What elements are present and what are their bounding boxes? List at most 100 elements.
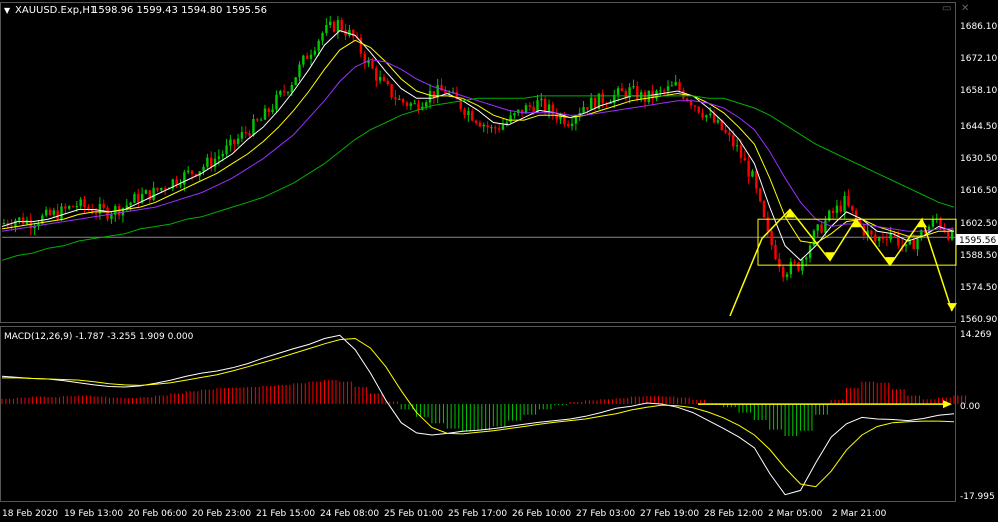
time-tick: 2 Mar 21:00 [832, 509, 887, 519]
candle-body [732, 135, 735, 147]
candle-body [405, 102, 409, 106]
candle-body [432, 90, 436, 98]
candle-body [271, 109, 274, 113]
candle-body [329, 21, 332, 25]
time-tick: 18 Feb 2020 [2, 509, 58, 519]
header-arrow-icon[interactable]: ▼ [4, 6, 11, 15]
candle-body [789, 261, 793, 275]
candle-body [670, 85, 674, 87]
candle-body [543, 98, 547, 112]
candle-body [712, 113, 716, 123]
candle-body [471, 111, 474, 121]
candle-body [371, 60, 374, 69]
macd-label: MACD(12,26,9) -1.787 -3.255 1.909 0.000 [4, 332, 194, 342]
candle-body [317, 40, 320, 51]
candle-body [847, 196, 850, 206]
candle-body [486, 124, 489, 128]
candle-body [501, 124, 505, 130]
candle-body [854, 210, 858, 220]
candle-body [851, 205, 854, 211]
price-tick: 1672.10 [960, 54, 997, 64]
candle-body [286, 92, 290, 94]
candle-body [348, 30, 351, 36]
candle-body [179, 184, 182, 186]
time-tick: 27 Feb 19:00 [640, 509, 699, 519]
candle-body [137, 194, 140, 203]
candle-body [129, 202, 132, 206]
candle-body [21, 217, 25, 225]
candle-body [263, 108, 267, 120]
candle-body [912, 239, 915, 250]
candle-body [48, 209, 52, 215]
candle-body [482, 124, 485, 127]
candle-body [831, 210, 835, 214]
candle-body [340, 20, 343, 31]
candle-body [524, 105, 528, 114]
candle-body [413, 103, 416, 105]
candle-body [716, 120, 720, 123]
candle-body [240, 132, 244, 139]
candle-body [678, 82, 681, 91]
candle-body [298, 64, 301, 78]
time-tick: 24 Feb 08:00 [320, 509, 379, 519]
trading-chart: ▭ ✕ ▼ XAUUSD.Exp,H1 1598.96 1599.43 1594… [0, 0, 998, 522]
candle-body [632, 86, 635, 88]
candle-body [160, 187, 163, 191]
candle-body [513, 113, 516, 116]
close-icon[interactable]: ✕ [961, 3, 969, 14]
candle-body [221, 153, 224, 157]
candle-body [593, 97, 597, 109]
candle-body [79, 199, 82, 206]
candle-body [71, 206, 75, 208]
candle-body [697, 106, 700, 113]
candle-body [94, 213, 98, 215]
candle-body [210, 157, 213, 167]
candle-body [751, 171, 754, 177]
candle-body [770, 231, 773, 246]
price-tick: 1644.50 [960, 122, 997, 132]
candle-body [275, 94, 278, 110]
candle-body [874, 234, 877, 241]
macd-tick: 14.269 [960, 330, 992, 340]
price-tick: 1588.50 [960, 251, 997, 261]
candle-body [14, 220, 17, 227]
candle-body [183, 172, 186, 185]
candle-body [636, 86, 639, 100]
candle-body [705, 115, 708, 118]
candle-body [824, 220, 827, 233]
candle-body [18, 217, 21, 221]
candle-body [785, 274, 789, 278]
candle-body [248, 132, 251, 136]
candle-body [601, 93, 604, 104]
time-tick: 27 Feb 03:00 [576, 509, 635, 519]
candle-body [877, 237, 881, 241]
macd-tick: 0.00 [960, 402, 980, 412]
candle-body [674, 82, 677, 86]
candle-body [528, 105, 532, 107]
candle-body [843, 196, 846, 212]
candle-body [755, 171, 758, 189]
candle-body [305, 55, 309, 59]
candle-body [570, 123, 574, 127]
price-tick: 1630.50 [960, 154, 997, 164]
candle-body [256, 118, 259, 121]
candle-body [217, 156, 221, 159]
candle-body [244, 132, 247, 134]
candle-body [75, 205, 79, 208]
candle-body [620, 88, 624, 92]
candle-body [163, 187, 167, 190]
time-tick: 19 Feb 13:00 [64, 509, 123, 519]
candle-body [490, 127, 493, 129]
candle-body [60, 206, 63, 220]
candle-body [332, 21, 336, 32]
candle-body [10, 225, 13, 227]
candle-body [947, 231, 950, 240]
candle-body [125, 205, 128, 208]
minimize-icon[interactable]: ▭ [942, 3, 951, 14]
time-tick: 26 Feb 10:00 [512, 509, 571, 519]
candle-body [236, 138, 240, 144]
candle-body [793, 261, 796, 263]
candle-body [474, 120, 478, 123]
candle-body [555, 114, 558, 120]
time-tick: 25 Feb 17:00 [448, 509, 507, 519]
